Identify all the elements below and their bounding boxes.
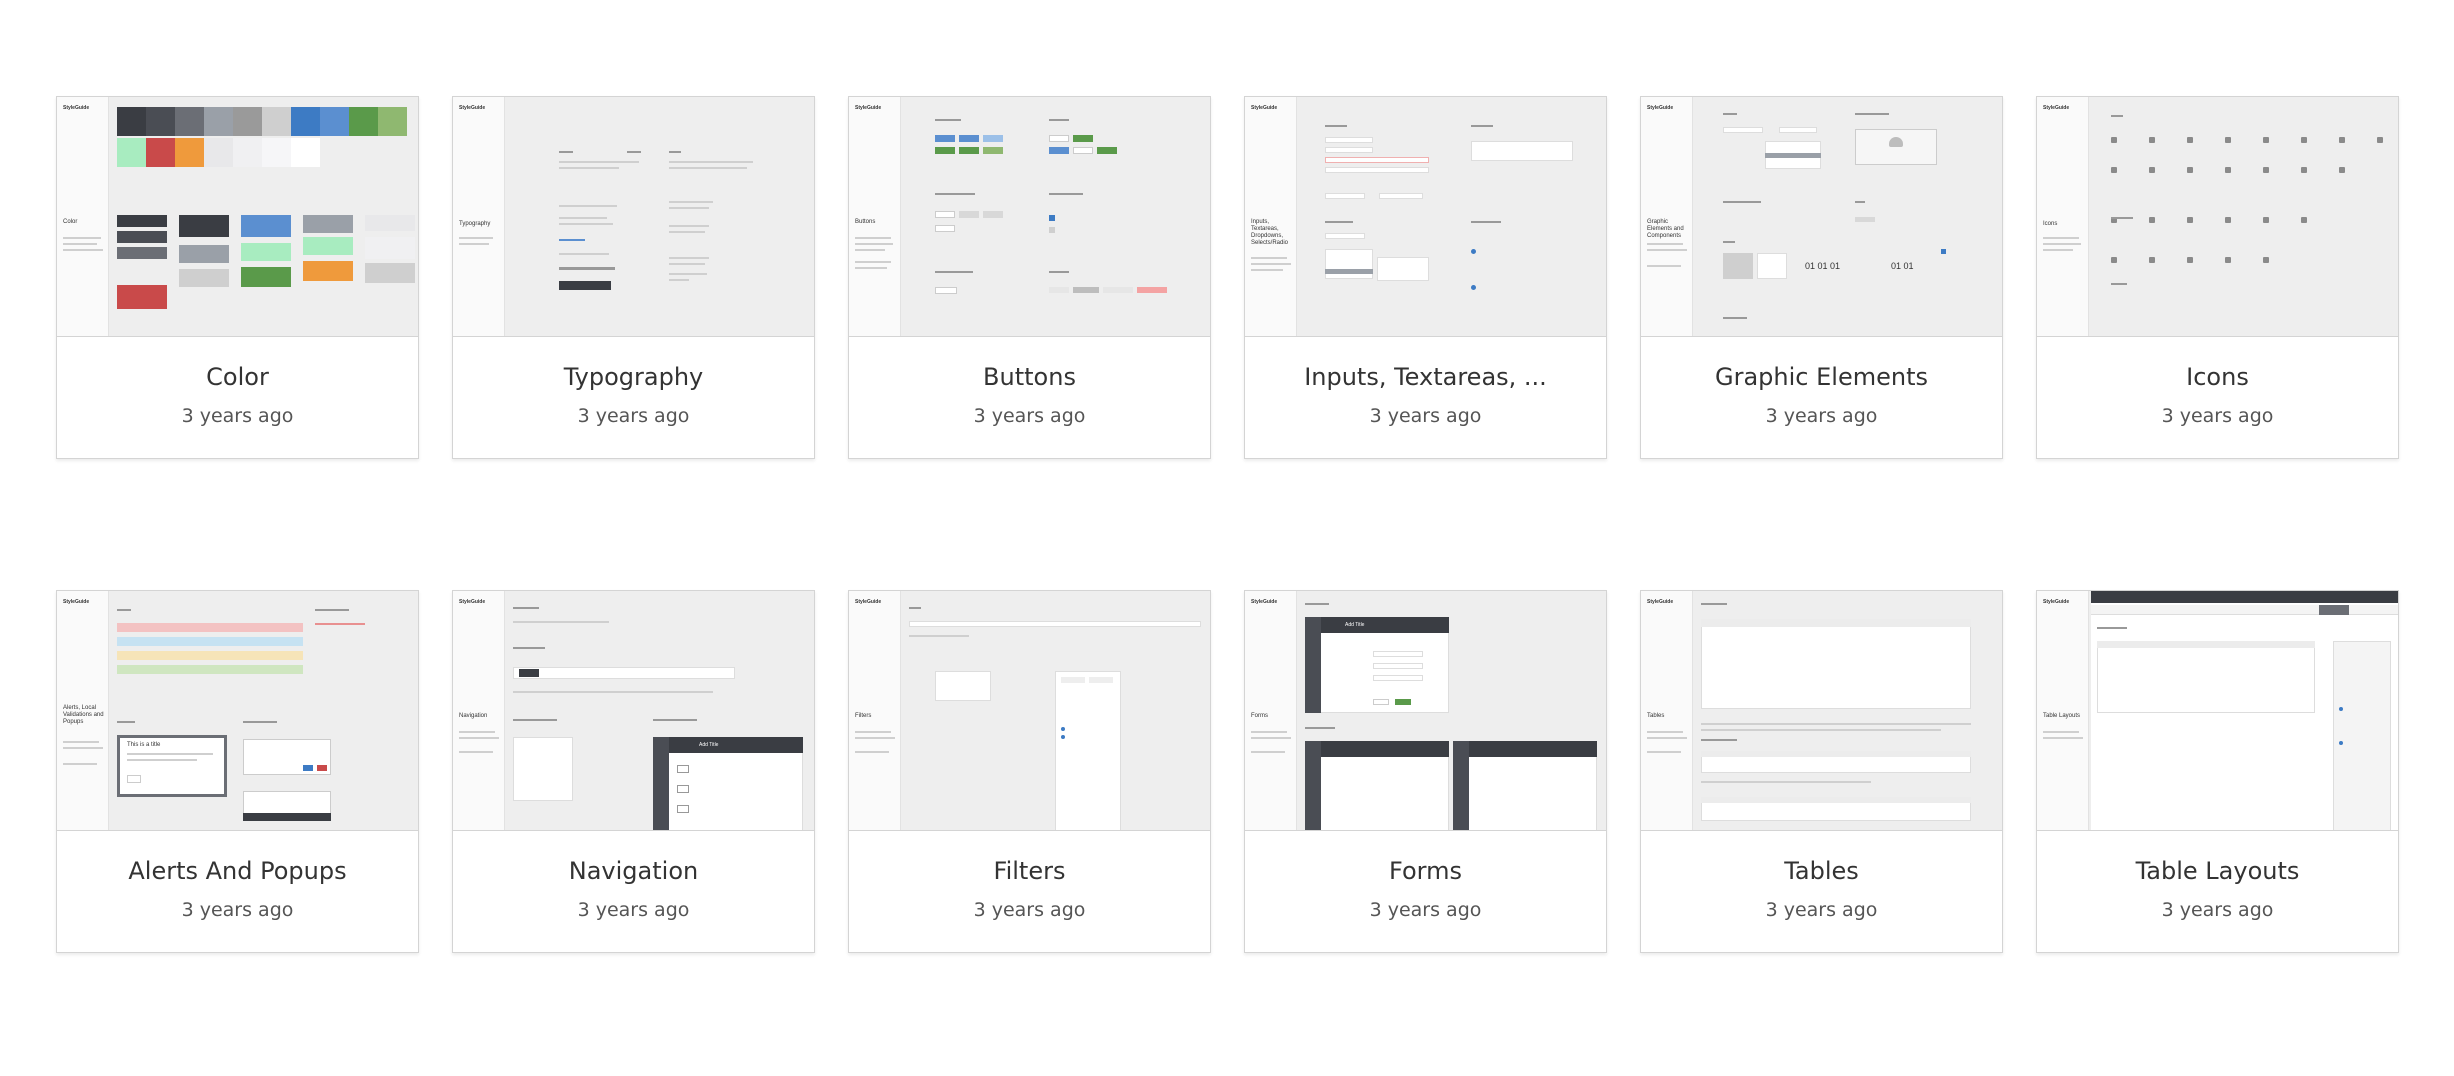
card-icons[interactable]: StyleGuide Icons Icons 3 years ago [2036,96,2399,459]
icon-glyph [2339,167,2345,173]
card-thumbnail: StyleGuide Tables [1641,591,2002,831]
icon-glyph [2187,217,2193,223]
card-date: 3 years ago [973,405,1086,427]
card-title: Tables [1784,857,1859,885]
color-swatch [262,107,291,136]
card-thumbnail: StyleGuide Color [57,97,418,337]
card-thumbnail: StyleGuide Icons [2037,97,2398,337]
icon-glyph [2149,217,2155,223]
card-title: Forms [1389,857,1462,885]
icon-glyph [2263,217,2269,223]
card-alerts-popups[interactable]: StyleGuide Alerts, Local Validations and… [56,590,419,953]
icon-glyph [2149,167,2155,173]
card-thumbnail: StyleGuide Inputs, Textareas, Dropdowns,… [1245,97,1606,337]
card-navigation[interactable]: StyleGuide Navigation Add Title Navigati… [452,590,815,953]
card-title: Buttons [983,363,1076,391]
card-thumbnail: StyleGuide Alerts, Local Validations and… [57,591,418,831]
icon-glyph [2187,257,2193,263]
color-swatch [262,138,291,167]
card-title: Color [206,363,269,391]
icon-glyph [2225,257,2231,263]
card-date: 3 years ago [181,899,294,921]
color-swatch [291,138,320,167]
color-swatch [204,138,233,167]
icon-glyph [2149,137,2155,143]
color-swatch [175,107,204,136]
card-thumbnail: StyleGuide Forms Add Title [1245,591,1606,831]
card-thumbnail: StyleGuide Typography [453,97,814,337]
card-title: Filters [993,857,1066,885]
card-date: 3 years ago [2161,899,2274,921]
card-table-layouts[interactable]: StyleGuide Table Layouts Table Layouts 3… [2036,590,2399,953]
icon-glyph [2339,137,2345,143]
icon-glyph [2301,217,2307,223]
color-swatch [233,107,262,136]
card-date: 3 years ago [577,899,690,921]
icon-glyph [2111,137,2117,143]
icon-glyph [2111,257,2117,263]
color-swatch [146,107,175,136]
card-forms[interactable]: StyleGuide Forms Add Title Forms 3 years… [1244,590,1607,953]
color-swatch [117,138,146,167]
card-title: Inputs, Textareas, ... [1304,363,1547,391]
icon-glyph [2187,167,2193,173]
card-date: 3 years ago [577,405,690,427]
icon-glyph [2263,257,2269,263]
icon-glyph [2225,217,2231,223]
card-title: Typography [563,363,704,391]
color-swatch [204,107,233,136]
card-typography[interactable]: StyleGuide Typography Typography 3 years… [452,96,815,459]
color-swatch [291,107,320,136]
color-swatch [117,107,146,136]
card-date: 3 years ago [1369,405,1482,427]
styleguide-card-grid: StyleGuide Color Color 3 years ago Style… [56,96,2399,953]
card-thumbnail: StyleGuide Filters [849,591,1210,831]
icon-glyph [2301,137,2307,143]
card-date: 3 years ago [1765,405,1878,427]
icon-glyph [2377,137,2383,143]
icon-glyph [2149,257,2155,263]
color-swatch [175,138,204,167]
color-swatch [349,107,378,136]
icon-glyph [2187,137,2193,143]
card-title: Icons [2186,363,2249,391]
card-date: 3 years ago [181,405,294,427]
card-buttons[interactable]: StyleGuide Buttons Buttons 3 years ago [848,96,1211,459]
color-swatch [320,107,349,136]
card-title: Graphic Elements [1715,363,1928,391]
card-tables[interactable]: StyleGuide Tables Tables 3 years ago [1640,590,2003,953]
card-thumbnail: StyleGuide Graphic Elements and Componen… [1641,97,2002,337]
card-filters[interactable]: StyleGuide Filters Filters 3 years ago [848,590,1211,953]
card-date: 3 years ago [1369,899,1482,921]
card-title: Table Layouts [2135,857,2300,885]
card-title: Alerts And Popups [128,857,347,885]
card-date: 3 years ago [2161,405,2274,427]
card-graphic-elements[interactable]: StyleGuide Graphic Elements and Componen… [1640,96,2003,459]
color-swatch [233,138,262,167]
card-inputs[interactable]: StyleGuide Inputs, Textareas, Dropdowns,… [1244,96,1607,459]
icon-glyph [2225,137,2231,143]
icon-glyph [2301,167,2307,173]
card-color[interactable]: StyleGuide Color Color 3 years ago [56,96,419,459]
card-thumbnail: StyleGuide Table Layouts [2037,591,2398,831]
card-thumbnail: StyleGuide Buttons [849,97,1210,337]
icon-glyph [2111,167,2117,173]
card-title: Navigation [568,857,699,885]
icon-glyph [2263,137,2269,143]
card-date: 3 years ago [1765,899,1878,921]
card-thumbnail: StyleGuide Navigation Add Title [453,591,814,831]
card-date: 3 years ago [973,899,1086,921]
color-swatch [378,107,407,136]
icon-glyph [2263,167,2269,173]
icon-glyph [2225,167,2231,173]
color-swatch [146,138,175,167]
